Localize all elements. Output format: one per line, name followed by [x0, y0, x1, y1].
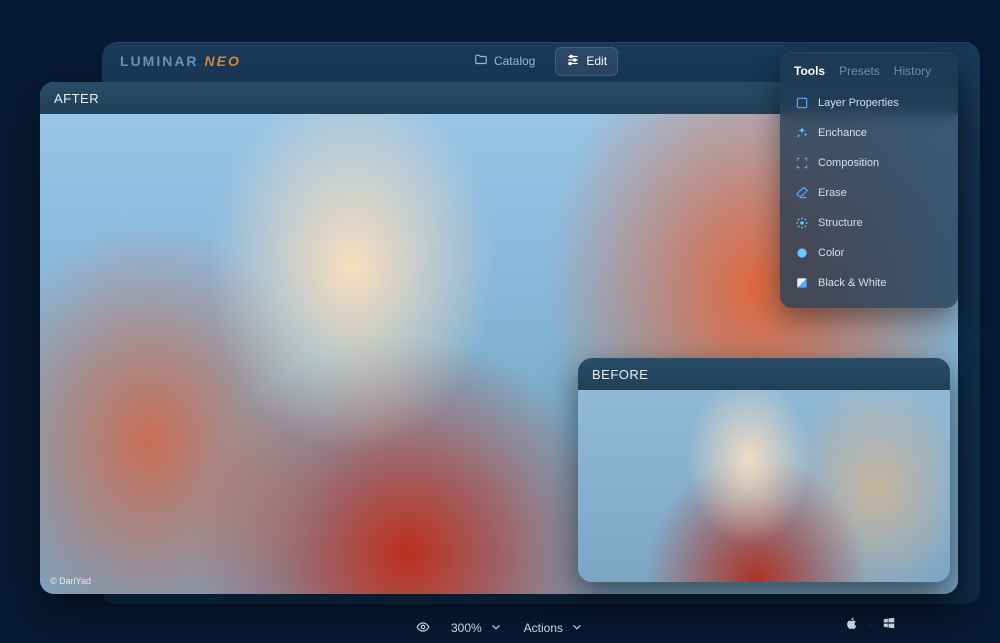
edit-tab[interactable]: Edit [555, 47, 618, 76]
chevron-down-icon [569, 620, 585, 637]
logo-text-luminar: LUMINAR [120, 53, 199, 69]
mode-switcher: Catalog Edit [464, 47, 618, 76]
separator-dot: · [869, 620, 872, 631]
tab-presets[interactable]: Presets [839, 64, 880, 78]
tool-item-label: Layer Properties [818, 97, 899, 109]
tool-item-color[interactable]: Color [780, 238, 958, 268]
tool-item-label: Erase [818, 187, 847, 199]
before-image[interactable] [578, 358, 950, 582]
tool-item-layer-properties[interactable]: Layer Properties [780, 88, 958, 118]
tool-item-enhance[interactable]: Enchance [780, 118, 958, 148]
tool-item-erase[interactable]: Erase [780, 178, 958, 208]
app-logo: LUMINAR NEO [120, 53, 241, 69]
erase-icon [794, 185, 810, 201]
zoom-control[interactable]: 300% [451, 620, 504, 637]
image-credit: © DariYad [50, 576, 91, 586]
composition-icon [794, 155, 810, 171]
tool-item-structure[interactable]: Structure [780, 208, 958, 238]
catalog-tab-label: Catalog [494, 54, 535, 68]
logo-text-neo: NEO [205, 53, 241, 69]
layer-properties-icon [794, 95, 810, 111]
actions-label: Actions [524, 621, 563, 635]
tool-item-label: Structure [818, 217, 863, 229]
after-label: AFTER [54, 91, 99, 106]
zoom-value: 300% [451, 621, 482, 635]
platform-indicators: · [845, 616, 896, 635]
actions-menu[interactable]: Actions [524, 620, 585, 637]
apple-icon [845, 616, 859, 635]
tool-item-black-white[interactable]: Black & White [780, 268, 958, 298]
tool-item-label: Color [818, 247, 844, 259]
folder-icon [474, 53, 488, 70]
visibility-toggle[interactable] [415, 620, 431, 637]
catalog-tab[interactable]: Catalog [464, 48, 545, 75]
tool-item-label: Composition [818, 157, 879, 169]
tab-history[interactable]: History [894, 64, 931, 78]
edit-tab-label: Edit [586, 54, 607, 68]
enhance-icon [794, 125, 810, 141]
before-label: BEFORE [592, 367, 648, 382]
tools-list: Layer Properties Enchance Composition Erase… [780, 88, 958, 298]
before-panel: BEFORE [578, 358, 950, 582]
before-header: BEFORE [578, 358, 950, 390]
tools-panel: Tools Presets History Layer Properties En… [780, 52, 958, 308]
black-white-icon [794, 275, 810, 291]
eye-icon [415, 620, 431, 637]
color-icon [794, 245, 810, 261]
tool-item-label: Black & White [818, 277, 886, 289]
tab-tools[interactable]: Tools [794, 64, 825, 78]
structure-icon [794, 215, 810, 231]
tool-item-composition[interactable]: Composition [780, 148, 958, 178]
tools-panel-tabs: Tools Presets History [780, 52, 958, 88]
tool-item-label: Enchance [818, 127, 867, 139]
chevron-down-icon [488, 620, 504, 637]
sliders-icon [566, 53, 580, 70]
windows-icon [882, 616, 896, 635]
